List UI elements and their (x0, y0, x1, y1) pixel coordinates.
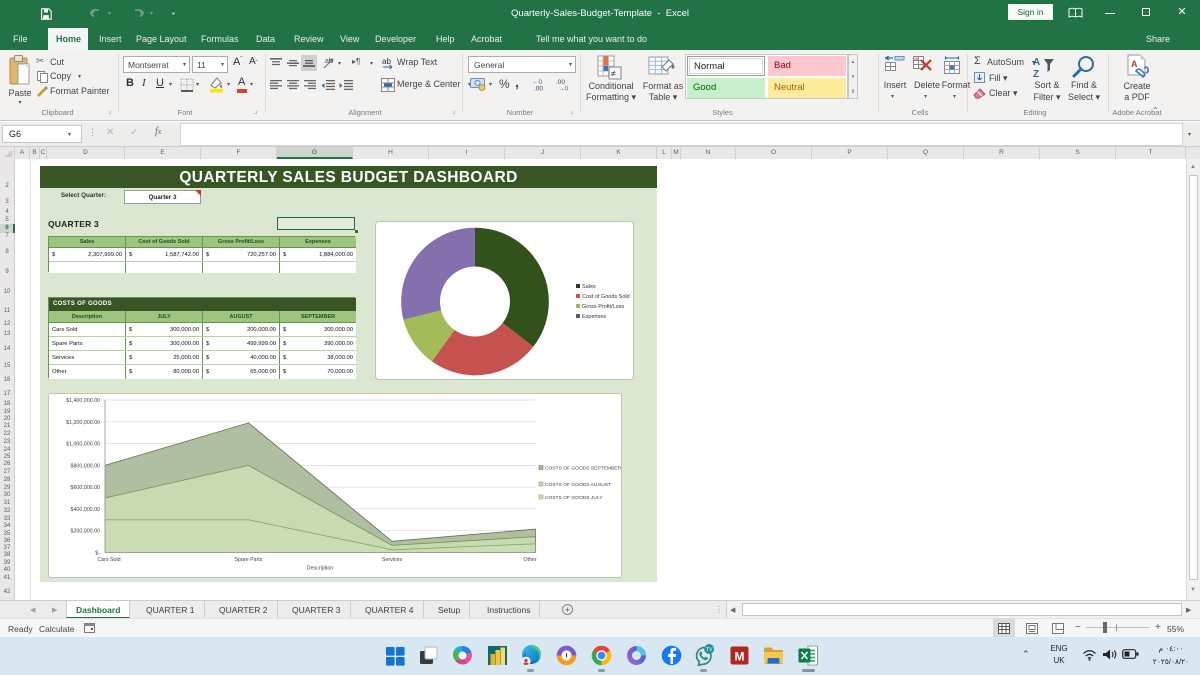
svg-text:ab: ab (325, 58, 333, 65)
svg-text:TV: TV (706, 647, 713, 653)
svg-text:A: A (1131, 59, 1138, 69)
svg-text:$400,000.00: $400,000.00 (71, 507, 101, 513)
svg-text:$1,000,000.00: $1,000,000.00 (66, 442, 100, 448)
svg-text:$-: $- (95, 551, 100, 557)
svg-text:Expenses: Expenses (582, 314, 606, 320)
svg-text:Spare Parts: Spare Parts (235, 557, 263, 563)
svg-text:COSTS OF GOODS JULY: COSTS OF GOODS JULY (545, 495, 603, 501)
svg-text:Description: Description (307, 566, 334, 572)
svg-text:$200,000.00: $200,000.00 (71, 529, 101, 535)
svg-text:Gross Profit/Loss: Gross Profit/Loss (582, 304, 624, 310)
svg-text:≠: ≠ (611, 69, 616, 79)
svg-text:.00: .00 (534, 86, 543, 92)
svg-text:Sales: Sales (582, 284, 596, 290)
svg-text:$600,000.00: $600,000.00 (71, 485, 101, 491)
svg-text:ab: ab (382, 57, 391, 66)
svg-text:Cost of Goods Sold: Cost of Goods Sold (582, 294, 630, 300)
svg-text:$800,000.00: $800,000.00 (71, 463, 101, 469)
svg-text:Other: Other (523, 557, 536, 563)
svg-text:$1,400,000.00: $1,400,000.00 (66, 398, 100, 404)
svg-text:$1,200,000.00: $1,200,000.00 (66, 420, 100, 426)
svg-text:M: M (735, 650, 745, 664)
svg-text:Cars Sold: Cars Sold (97, 557, 120, 563)
svg-text:→0: →0 (558, 86, 569, 92)
svg-text:Services: Services (382, 557, 403, 563)
svg-text:A: A (1033, 57, 1040, 68)
svg-text:COSTS OF GOODS SEPTEMBER: COSTS OF GOODS SEPTEMBER (545, 466, 621, 472)
svg-text:Z: Z (1033, 69, 1039, 79)
svg-text:COSTS OF GOODS AUGUST: COSTS OF GOODS AUGUST (545, 482, 611, 488)
